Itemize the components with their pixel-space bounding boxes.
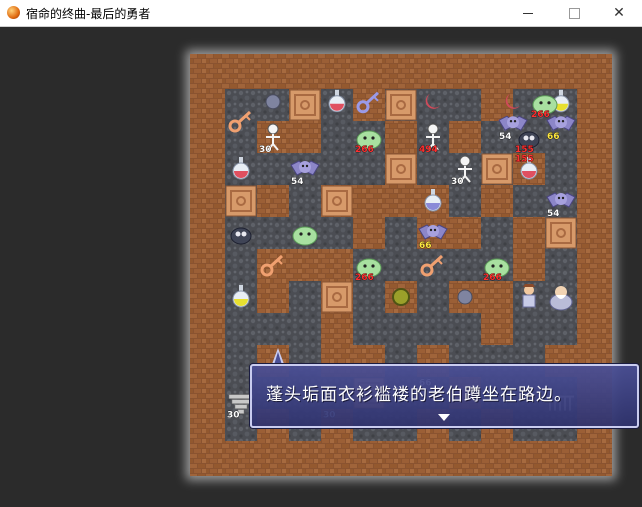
gem-orb-icon: [265, 94, 281, 110]
orange-orb-icon: [7, 6, 20, 19]
minimize-button[interactable]: [505, 0, 551, 26]
floor-tile: [257, 217, 289, 249]
floor-tile: [449, 89, 481, 121]
floor-tile: [257, 313, 289, 345]
floor-tile: [417, 313, 449, 345]
down-triangle-icon[interactable]: [438, 414, 450, 421]
carved-block-tile: [385, 89, 417, 121]
dialog-text: 蓬头垢面衣衫褴褛的老伯蹲坐在路边。: [266, 385, 572, 405]
close-button[interactable]: ✕: [596, 0, 642, 26]
carved-block-tile: [225, 185, 257, 217]
monster-hp-label: 54: [547, 209, 560, 219]
minimize-icon: [523, 12, 533, 14]
monster-hp-label: 494: [419, 145, 438, 155]
monster-hp-label: 54: [291, 177, 304, 187]
carved-block-tile: [321, 185, 353, 217]
floor-tile: [449, 313, 481, 345]
hero-character-icon: [522, 284, 536, 308]
ghost-bat-monster-icon: [498, 115, 528, 131]
floor-tile: [321, 217, 353, 249]
monster-hp-label: 30: [259, 145, 272, 155]
floor-tile: [385, 313, 417, 345]
maximize-button[interactable]: [551, 0, 597, 26]
floor-tile: [353, 313, 385, 345]
monster-hp-label: 30: [227, 411, 240, 421]
carved-block-tile: [385, 153, 417, 185]
floor-tile: [321, 153, 353, 185]
monster-hp-label: 54: [499, 132, 512, 142]
floor-tile: [417, 153, 449, 185]
floor-tile: [385, 217, 417, 249]
monster-hp-label: 266: [531, 110, 550, 120]
monster-hp-label: 266: [355, 273, 374, 283]
message-dialog[interactable]: 蓬头垢面衣衫褴褛的老伯蹲坐在路边。: [250, 364, 639, 428]
floor-tile: [545, 153, 577, 185]
carved-block-tile: [289, 89, 321, 121]
dark-blob-monster-icon: [230, 227, 252, 245]
monster-hp-label: 66: [547, 132, 560, 142]
floor-tile: [225, 313, 257, 345]
floor-tile: [257, 153, 289, 185]
floor-tile: [289, 313, 321, 345]
ghost-bat-monster-icon: [546, 192, 576, 208]
carved-block-tile: [545, 217, 577, 249]
monster-hp-label: 66: [419, 241, 432, 251]
monster-hp-label: 155: [515, 145, 534, 155]
monster-hp-label: 155: [515, 155, 534, 165]
floor-tile: [481, 217, 513, 249]
ghost-bat-monster-icon: [418, 224, 448, 240]
close-icon: ✕: [613, 5, 625, 21]
ghost-bat-monster-icon: [290, 160, 320, 176]
slime-monster-icon: [292, 226, 318, 246]
monster-hp-label: 30: [451, 177, 464, 187]
floor-tile: [225, 249, 257, 281]
floor-tile: [545, 313, 577, 345]
carved-block-tile: [481, 153, 513, 185]
window-titlebar: 宿命的终曲-最后的勇者 ✕: [0, 0, 642, 27]
floor-tile: [289, 281, 321, 313]
floor-tile: [417, 281, 449, 313]
maximize-icon: [568, 7, 580, 19]
floor-tile: [449, 249, 481, 281]
floor-tile: [353, 153, 385, 185]
ghost-bat-monster-icon: [546, 115, 576, 131]
shield-item-icon: [392, 288, 410, 306]
floor-tile: [545, 249, 577, 281]
floor-tile: [449, 185, 481, 217]
floor-tile: [353, 281, 385, 313]
floor-tile: [321, 121, 353, 153]
monster-hp-label: 266: [483, 273, 502, 283]
gem-orb-icon: [457, 289, 473, 305]
floor-tile: [225, 89, 257, 121]
floor-tile: [513, 185, 545, 217]
floor-tile: [385, 249, 417, 281]
window-title: 宿命的终曲-最后的勇者: [26, 7, 151, 21]
floor-tile: [513, 313, 545, 345]
carved-block-tile: [321, 281, 353, 313]
floor-tile: [289, 185, 321, 217]
floor-tile: [417, 89, 449, 121]
monster-hp-label: 266: [355, 145, 374, 155]
